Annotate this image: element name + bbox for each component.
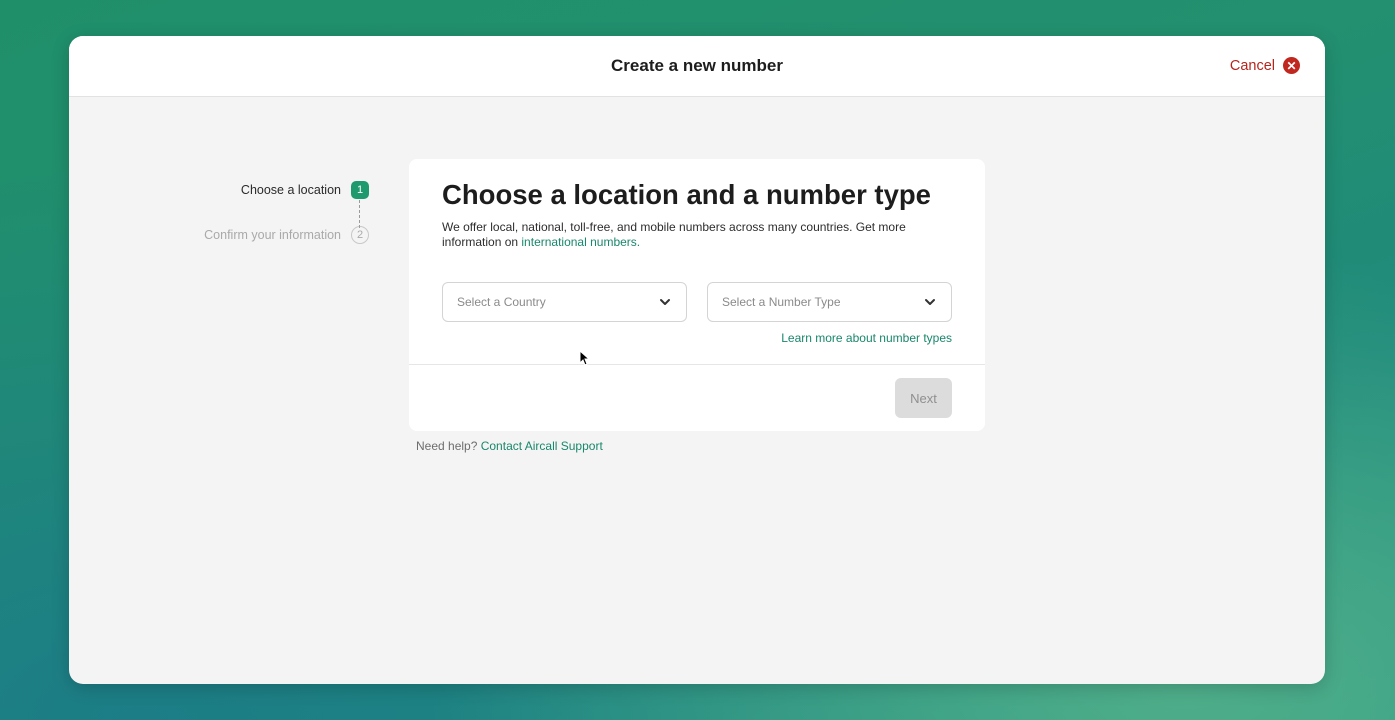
step-confirm-information: Confirm your information 2 — [204, 226, 369, 244]
step-number-badge: 2 — [351, 226, 369, 244]
step-label: Confirm your information — [204, 228, 341, 242]
step-label: Choose a location — [240, 183, 341, 197]
learn-more-number-types-link[interactable]: Learn more about number types — [781, 331, 952, 345]
card-description: We offer local, national, toll-free, and… — [442, 220, 932, 250]
international-numbers-link[interactable]: international numbers. — [521, 235, 640, 249]
help-prefix: Need help? — [416, 439, 481, 453]
close-circle-icon[interactable]: ✕ — [1283, 57, 1300, 74]
step-number-badge: 1 — [351, 181, 369, 199]
country-select-placeholder: Select a Country — [457, 295, 546, 309]
number-type-select[interactable]: Select a Number Type — [707, 282, 952, 322]
chevron-down-icon — [660, 299, 670, 305]
card-title: Choose a location and a number type — [442, 179, 931, 210]
country-select[interactable]: Select a Country — [442, 282, 687, 322]
next-button[interactable]: Next — [895, 378, 952, 418]
help-text: Need help? Contact Aircall Support — [416, 439, 603, 453]
description-text: We offer local, national, toll-free, and… — [442, 220, 906, 249]
step-connector — [359, 200, 360, 228]
mouse-cursor-icon — [579, 350, 589, 366]
modal-header: Create a new number Cancel ✕ — [69, 36, 1325, 97]
number-type-select-placeholder: Select a Number Type — [722, 295, 841, 309]
chevron-down-icon — [925, 299, 935, 305]
location-card: Choose a location and a number type We o… — [409, 159, 985, 431]
modal-title: Create a new number — [611, 56, 783, 75]
cancel-button[interactable]: Cancel ✕ — [1230, 57, 1300, 74]
cancel-label: Cancel — [1229, 57, 1275, 74]
step-choose-location: Choose a location 1 — [241, 181, 369, 199]
modal-window: Create a new number Cancel ✕ Choose a lo… — [69, 36, 1325, 684]
card-divider — [409, 364, 985, 365]
contact-support-link[interactable]: Contact Aircall Support — [481, 439, 603, 453]
